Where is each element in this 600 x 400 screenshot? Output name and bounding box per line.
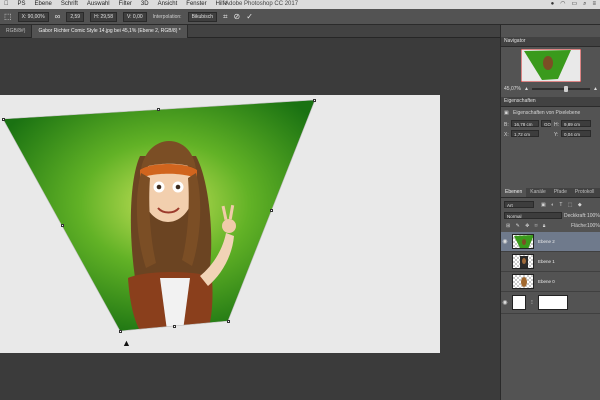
interpolation-label: Interpolation: [152, 13, 182, 20]
fill-value[interactable]: 100% [587, 223, 600, 229]
layer-row-ebene-1[interactable]: Ebene 1 [501, 252, 600, 272]
v-field[interactable]: V: 0,00 [122, 11, 147, 22]
layer-name[interactable]: Ebene 2 [538, 239, 555, 244]
menu-3d[interactable]: 3D [141, 0, 149, 9]
visibility-eye-icon[interactable]: ◉ [501, 299, 509, 306]
blend-mode-select[interactable]: Normal [504, 212, 562, 219]
transform-handle-b[interactable] [173, 325, 176, 328]
tab-pfade[interactable]: Pfade [550, 188, 571, 197]
menu-ebene[interactable]: Ebene [35, 0, 52, 9]
cancel-icon[interactable]: ⊘ [234, 12, 241, 21]
menu-auswahl[interactable]: Auswahl [87, 0, 110, 9]
mask-thumbnail [538, 295, 568, 310]
tab-protokoll[interactable]: Protokoll [571, 188, 598, 197]
doc-tab-active[interactable]: Gabor Richter Comic Style 14.jpg bei 45,… [32, 24, 188, 38]
tray-menu-icon[interactable]: ≡ [592, 0, 596, 9]
menu-schrift[interactable]: Schrift [61, 0, 78, 9]
tray-wifi-icon[interactable]: ◠ [560, 0, 565, 9]
layer-row-ebene-0[interactable]: Ebene 0 [501, 272, 600, 292]
transform-handle-br[interactable] [227, 320, 230, 323]
link-icon[interactable]: ∞ [55, 12, 61, 21]
transformed-image[interactable] [0, 38, 500, 400]
zoom-out-icon[interactable]: ▲ [524, 86, 529, 92]
warp-icon[interactable]: ⌗ [223, 12, 228, 22]
properties-title[interactable]: Eigenschaften [501, 97, 600, 107]
chain-icon: ⁝ [531, 300, 533, 306]
pixel-layer-icon: ▣ [504, 110, 509, 116]
menu-filter[interactable]: Filter [119, 0, 132, 9]
tab-kanaele[interactable]: Kanäle [526, 188, 550, 197]
mouse-cursor-icon: ▲ [122, 338, 131, 348]
filter-icons[interactable]: ▣ ◐ T ⬚ ◆ [541, 202, 584, 208]
zoom-value[interactable]: 45,07% [504, 86, 521, 92]
menu-ansicht[interactable]: Ansicht [158, 0, 178, 9]
transform-handle-tl[interactable] [2, 118, 5, 121]
document-tabs: RGB/8#) Gabor Richter Comic Style 14.jpg… [0, 24, 500, 38]
zoom-slider[interactable] [531, 86, 591, 92]
h-field[interactable]: H: 29,58 [90, 11, 117, 22]
tray-search-icon[interactable]: ⌕ [583, 0, 586, 9]
zoom-in-icon[interactable]: ▲ [593, 86, 598, 92]
menu-ps[interactable]: PS [18, 0, 26, 9]
x-field[interactable]: 1,72 cm [511, 130, 539, 137]
x-label: X: [504, 132, 509, 138]
navigator-title[interactable]: Navigator [501, 37, 600, 47]
doc-tab-previous[interactable]: RGB/8#) [0, 24, 33, 38]
layer-thumbnail [512, 234, 534, 249]
tray-dot-icon[interactable]: ● [551, 0, 555, 9]
lock-icons[interactable]: ⊞ ✎ ✥ ⌑ 🔒︎ [506, 223, 547, 229]
tray-battery-icon[interactable]: ▭ [571, 0, 577, 9]
properties-subtitle: Eigenschaften von Pixelebene [513, 110, 581, 116]
interpolation-select[interactable]: Bikubisch [187, 11, 217, 22]
width-label: B: [504, 122, 509, 128]
opacity-label: Deckkraft: [564, 213, 587, 219]
layer-thumbnail [512, 274, 534, 289]
transform-handle-l[interactable] [61, 224, 64, 227]
layer-row-background[interactable]: ◉ ⁝ [501, 292, 600, 314]
adjustment-thumbnail [512, 295, 526, 310]
transform-handle-bl[interactable] [119, 330, 122, 333]
layer-name[interactable]: Ebene 1 [538, 259, 555, 264]
fill-label: Fläche: [571, 223, 588, 229]
y-field[interactable]: 0,04 cm [561, 130, 591, 137]
visibility-eye-icon[interactable]: ◉ [501, 238, 509, 245]
transform-icon[interactable]: ⬚ [4, 12, 12, 21]
height-field[interactable]: 9,89 cm [561, 120, 591, 127]
transform-handle-t[interactable] [157, 108, 160, 111]
layer-thumbnail [512, 254, 534, 269]
x-field[interactable]: X: 90,00% [17, 11, 49, 22]
tab-ebenen[interactable]: Ebenen [501, 188, 527, 197]
opacity-value[interactable]: 100% [587, 213, 600, 219]
layer-name[interactable]: Ebene 0 [538, 279, 555, 284]
menu-bar:  PS Ebene Schrift Auswahl Filter 3D Ans… [0, 0, 600, 9]
options-bar: ⬚ X: 90,00% ∞ 2,59 H: 29,58 V: 0,00 Inte… [0, 9, 600, 25]
menu-apple-icon[interactable]:  [4, 0, 9, 9]
transform-handle-r[interactable] [270, 209, 273, 212]
canvas-area[interactable]: ▲ [0, 38, 500, 400]
navigator-thumbnail[interactable] [520, 48, 582, 83]
layers-panel-tabs: Ebenen Kanäle Pfade Protokoll [501, 188, 600, 198]
transform-handle-tr[interactable] [313, 99, 316, 102]
menu-fenster[interactable]: Fenster [186, 0, 206, 9]
window-title: Adobe Photoshop CC 2017 [225, 1, 299, 7]
width-field[interactable]: 16,78 cm [511, 120, 539, 127]
right-panels: Navigator 45,07% ▲ ▲ Eigenschaften ▣ Eig… [500, 25, 600, 400]
navigator-zoom-row: 45,07% ▲ ▲ [504, 85, 598, 93]
layer-row-ebene-2[interactable]: ◉ Ebene 2 [501, 232, 600, 252]
confirm-icon[interactable]: ✓ [246, 12, 253, 21]
link-dimensions-button[interactable]: GO [541, 120, 551, 127]
y-label: Y: [554, 132, 559, 138]
system-tray: ● ◠ ▭ ⌕ ≡ [551, 0, 596, 9]
height-label: H: [554, 122, 559, 128]
layer-filter-select[interactable]: Art [504, 201, 534, 208]
w-field[interactable]: 2,59 [66, 11, 85, 22]
